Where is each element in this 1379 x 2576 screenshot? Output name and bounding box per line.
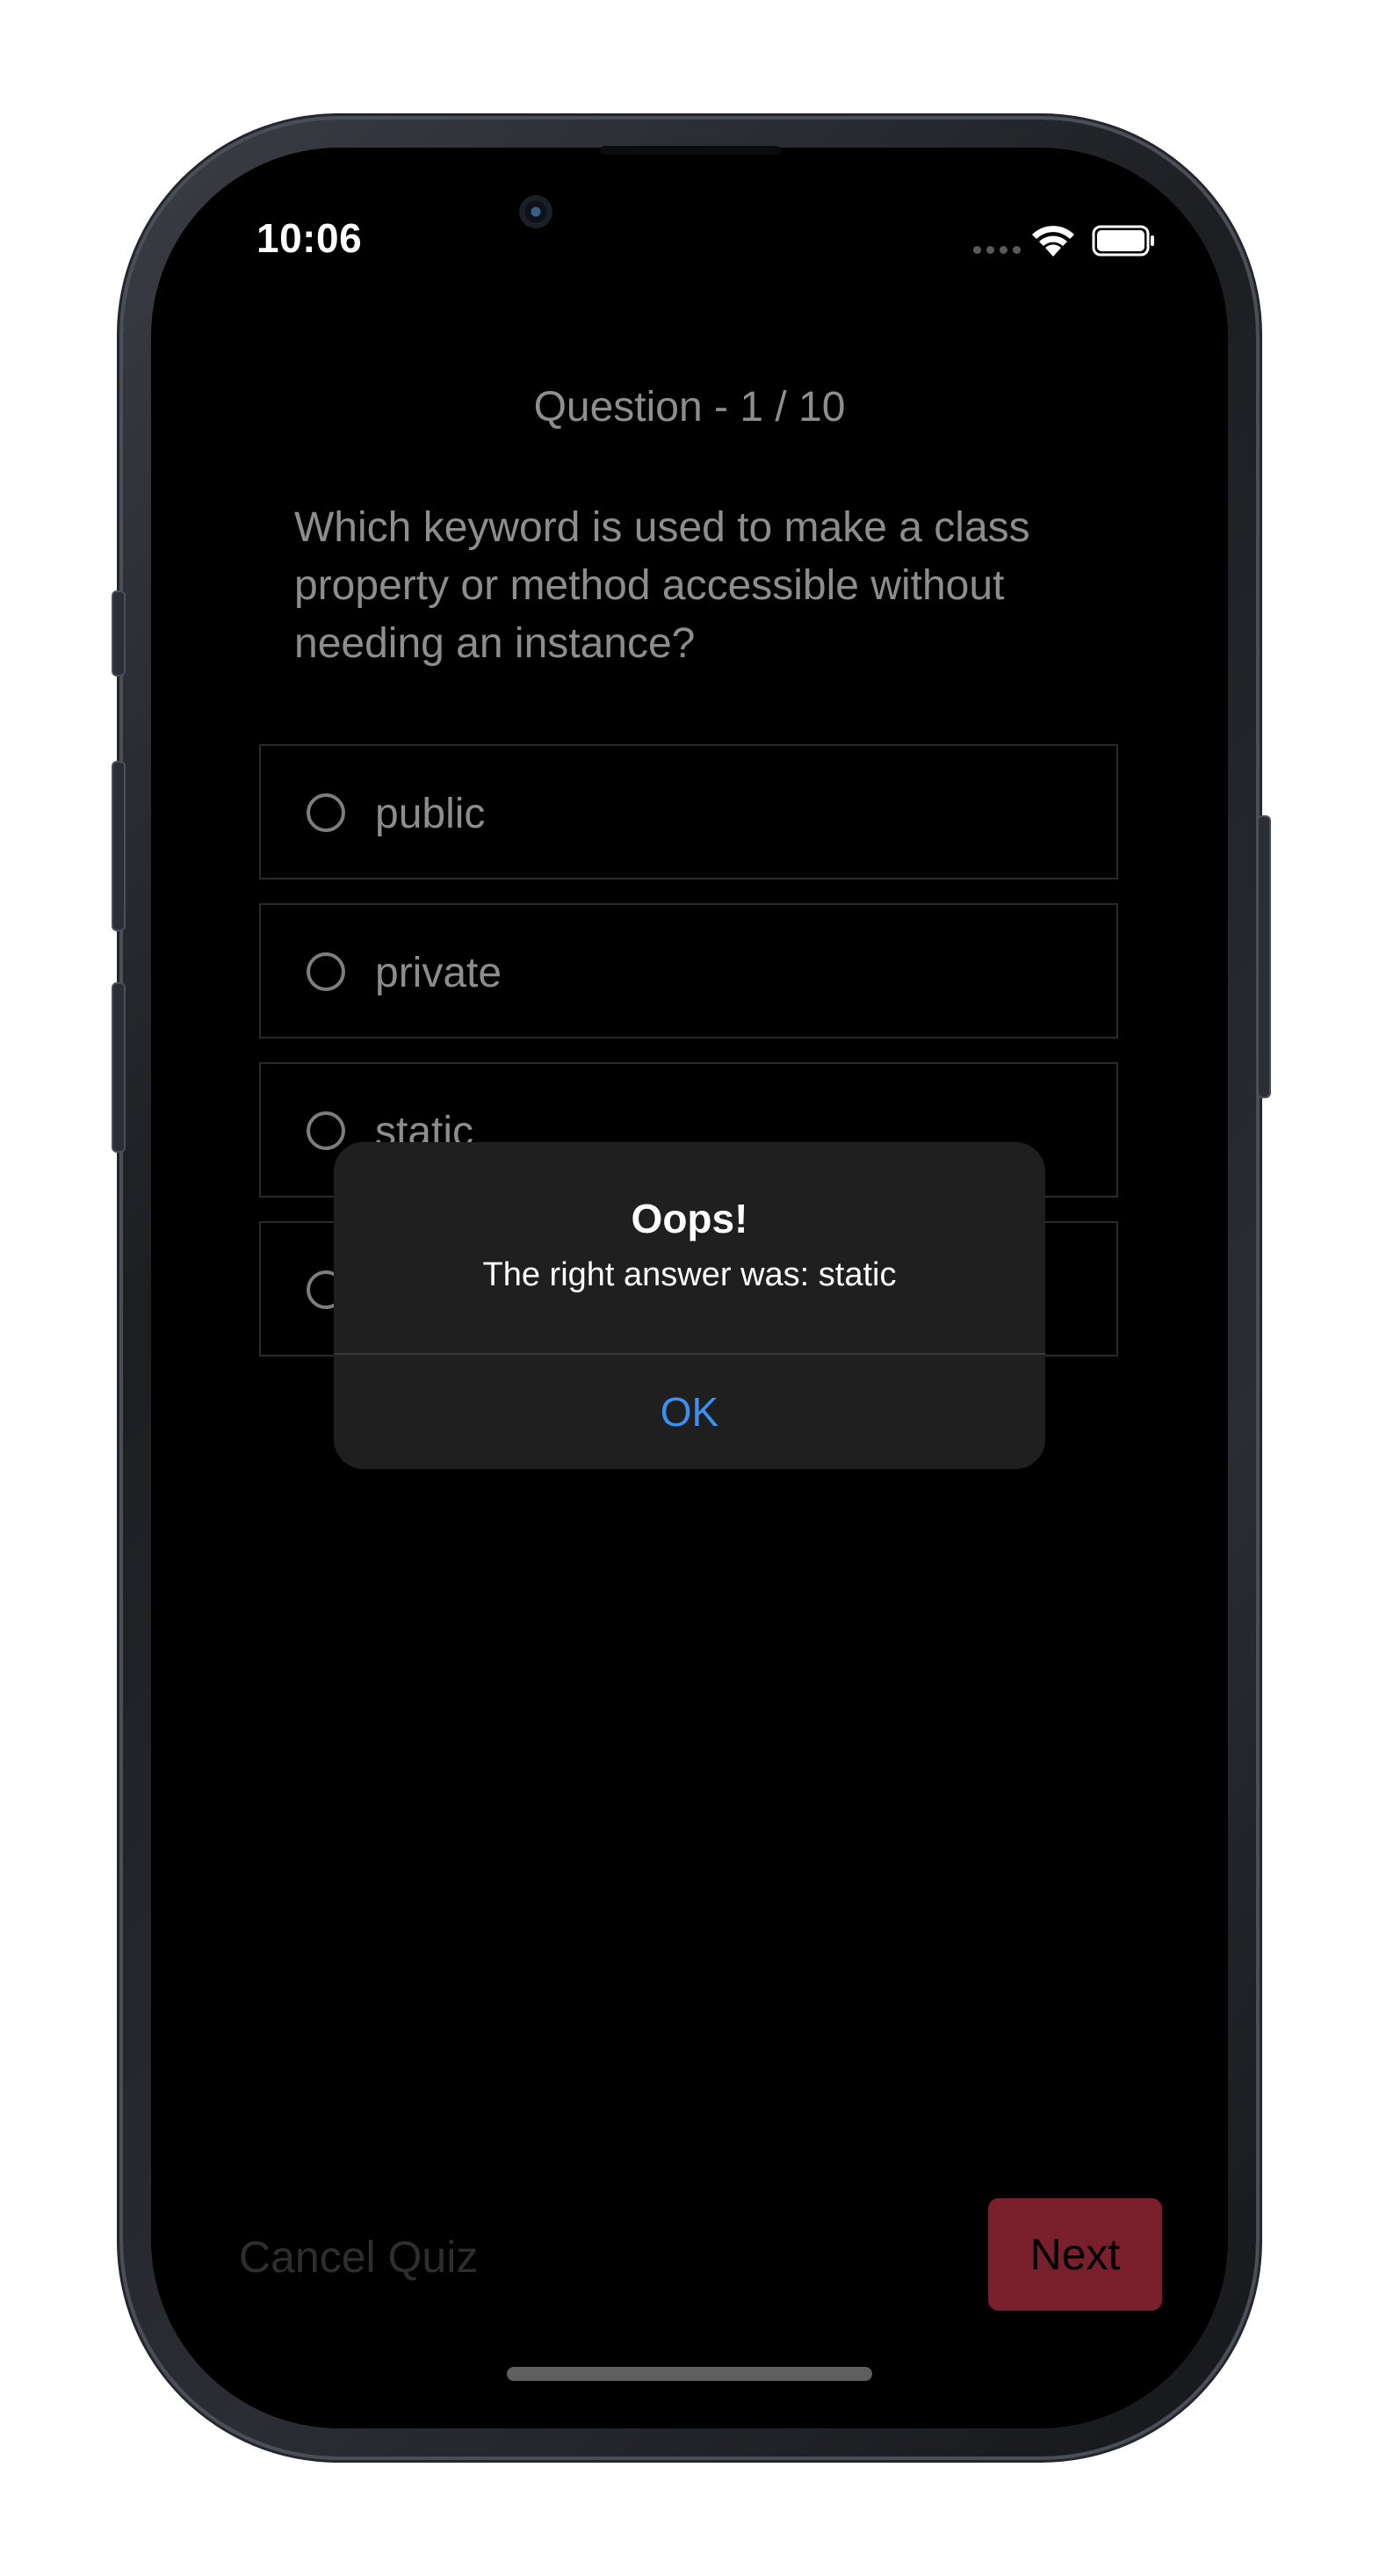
- alert-ok-button[interactable]: OK: [334, 1355, 1045, 1469]
- speaker-grille: [600, 146, 781, 155]
- volume-down-button: [112, 982, 126, 1153]
- alert-title: Oops!: [631, 1196, 748, 1241]
- cellular-signal-icon: [973, 246, 1021, 254]
- home-indicator[interactable]: [507, 2367, 872, 2381]
- alert-message: The right answer was: static: [482, 1256, 897, 1293]
- wifi-icon: [1032, 226, 1074, 257]
- answer-option-public[interactable]: public: [259, 744, 1118, 879]
- action-button: [112, 590, 126, 677]
- status-time: 10:06: [256, 215, 363, 261]
- answer-alert-dialog: Oops! The right answer was: static OK: [334, 1142, 1045, 1469]
- answer-option-label: public: [375, 791, 486, 837]
- answer-option-label: private: [375, 950, 502, 996]
- power-button: [1257, 815, 1271, 1098]
- cancel-quiz-button[interactable]: Cancel Quiz: [239, 2232, 478, 2283]
- radio-button-icon[interactable]: [307, 952, 345, 991]
- front-camera: [519, 195, 552, 228]
- question-text: Which keyword is used to make a class pr…: [294, 504, 1030, 667]
- answer-option-private[interactable]: private: [259, 903, 1118, 1038]
- next-button[interactable]: Next: [988, 2198, 1162, 2311]
- question-counter: Question - 1 / 10: [533, 384, 846, 431]
- radio-button-icon[interactable]: [307, 1111, 345, 1150]
- battery-icon: [1092, 225, 1154, 257]
- radio-button-icon[interactable]: [307, 793, 345, 832]
- volume-up-button: [112, 761, 126, 931]
